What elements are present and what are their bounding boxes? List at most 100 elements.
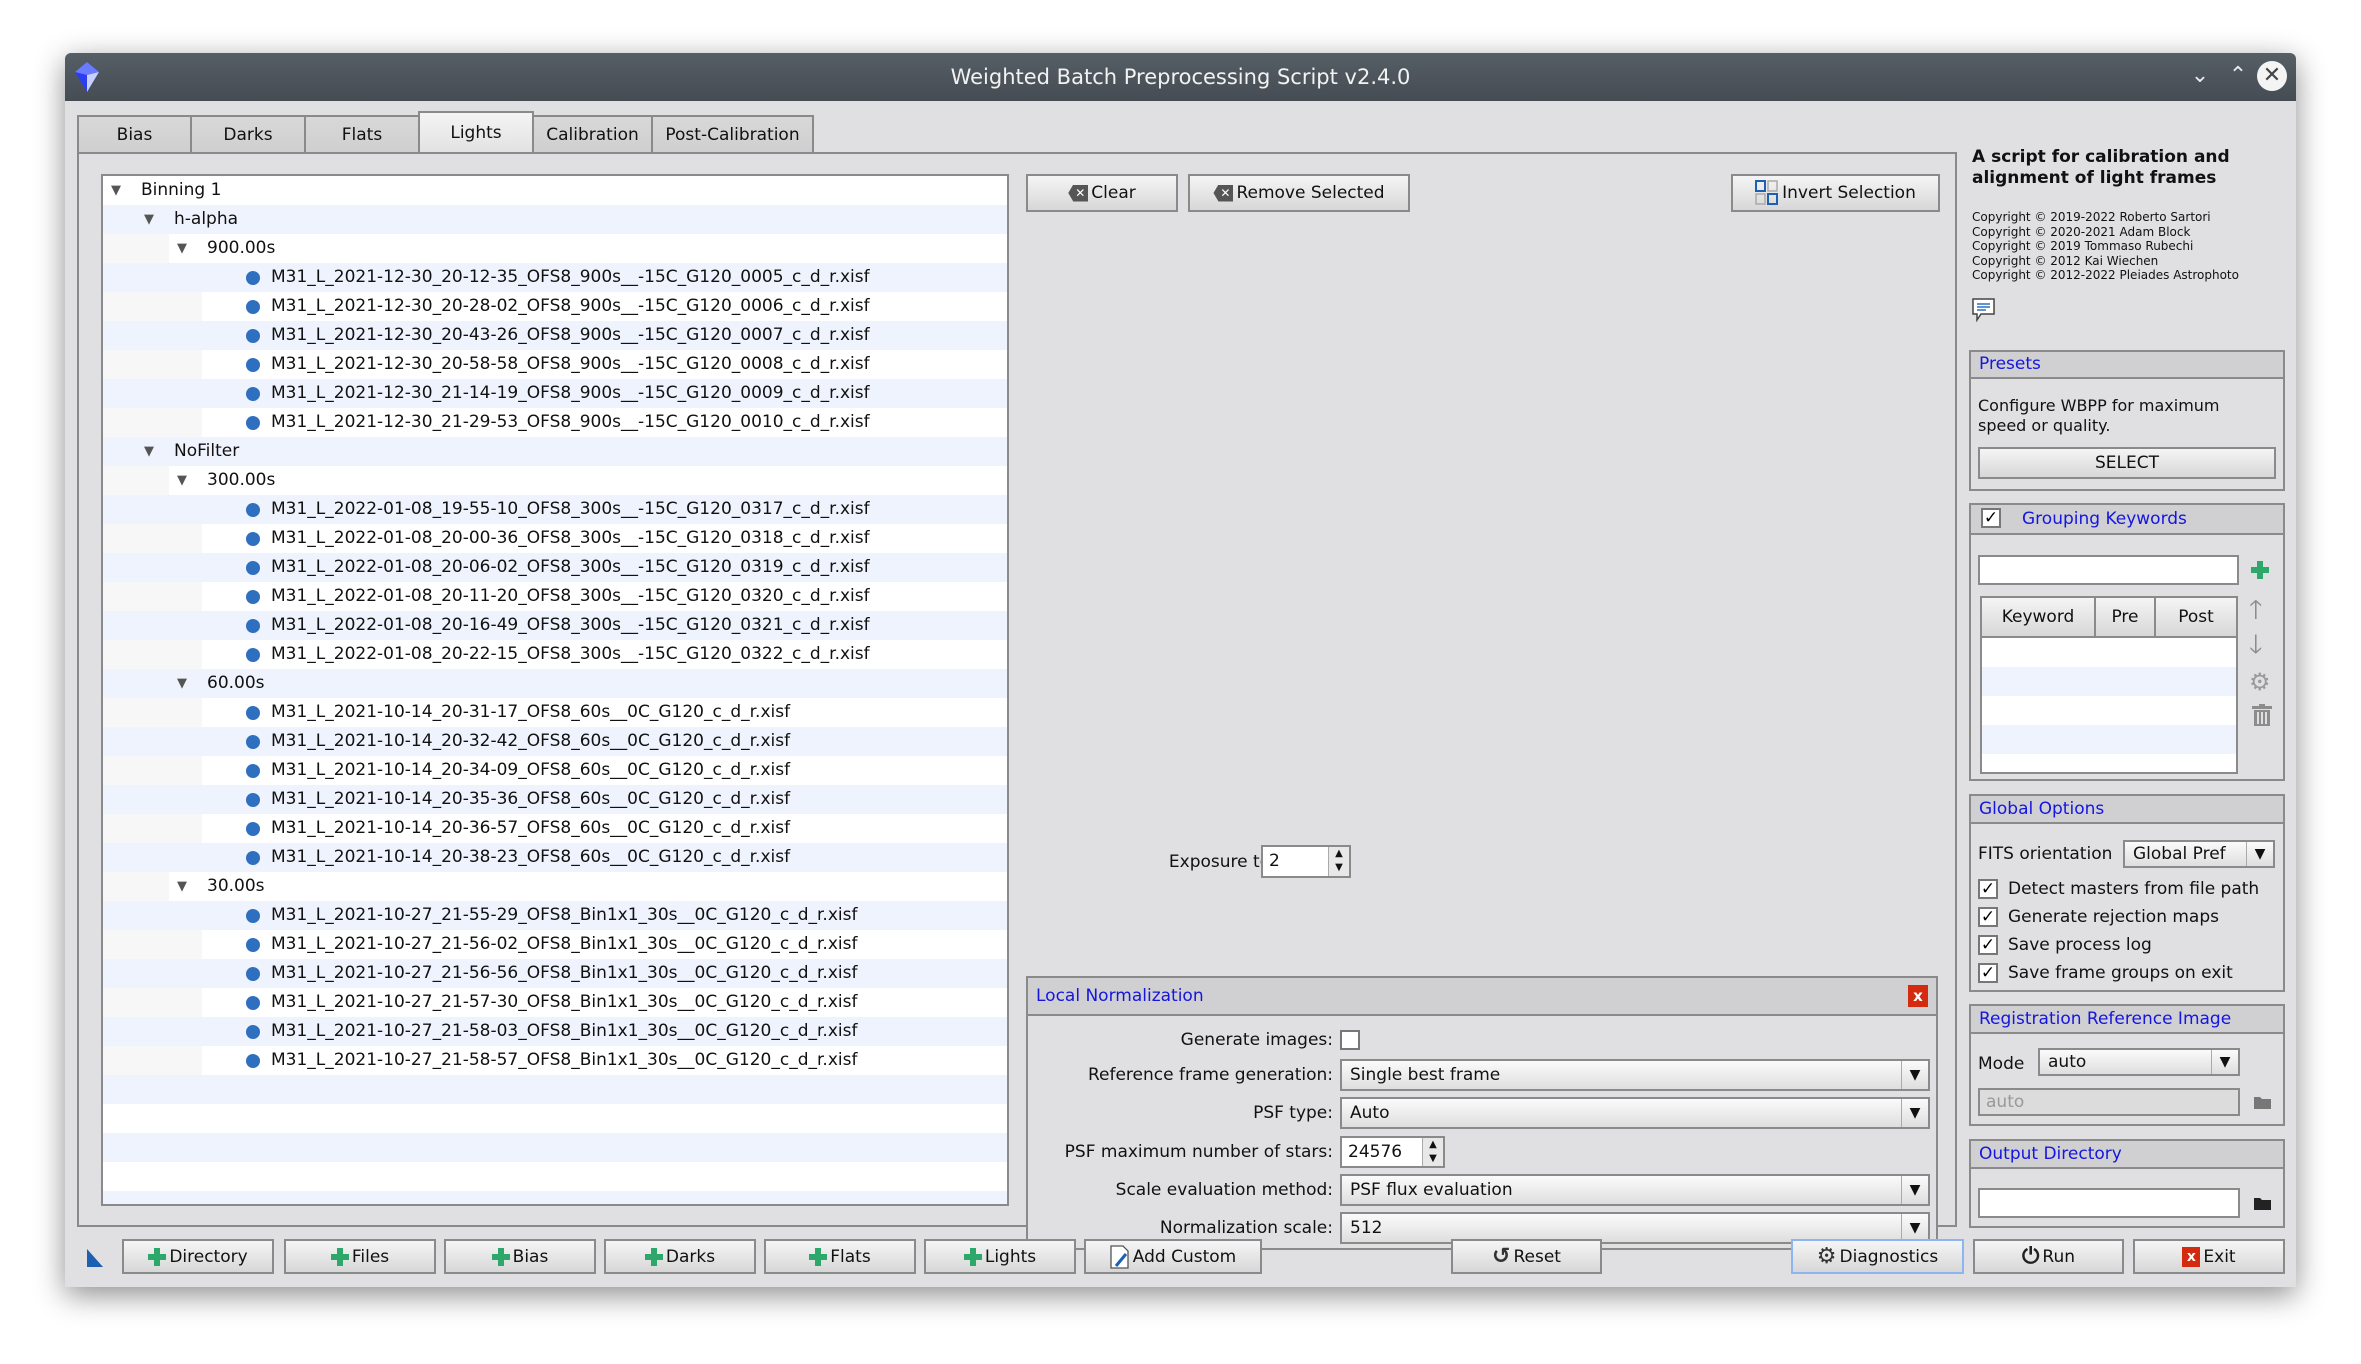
expand-collapse-icon[interactable]: ▼ <box>177 669 195 698</box>
trash-icon[interactable] <box>2252 704 2272 726</box>
maximize-button[interactable]: ⌃ <box>2223 61 2253 91</box>
expand-collapse-icon[interactable]: ▼ <box>177 466 195 495</box>
add-keyword-icon[interactable] <box>2251 561 2269 579</box>
file-list-item[interactable]: M31_L_2022-01-08_20-16-49_OFS8_300s__-15… <box>103 611 1007 640</box>
option-label[interactable]: Generate rejection maps <box>2008 904 2219 930</box>
file-list-item[interactable]: M31_L_2021-12-30_21-29-53_OFS8_900s__-15… <box>103 408 1007 437</box>
spin-up-icon[interactable]: ▲ <box>1423 1138 1443 1152</box>
file-list-item[interactable]: M31_L_2021-10-27_21-58-57_OFS8_Bin1x1_30… <box>103 1046 1007 1075</box>
presets-select-button[interactable]: SELECT <box>1978 447 2276 479</box>
option-checkbox[interactable]: ✓ <box>1978 879 1998 899</box>
column-header-post[interactable]: Post <box>2156 598 2236 638</box>
group-tree-node[interactable]: ▼ 900.00s <box>103 234 1007 263</box>
mode-select[interactable]: auto ▼ <box>2038 1048 2240 1076</box>
add-bias-button[interactable]: Bias <box>444 1239 596 1274</box>
file-list-item[interactable]: M31_L_2021-10-27_21-55-29_OFS8_Bin1x1_30… <box>103 901 1007 930</box>
move-up-icon[interactable]: 🡑 <box>2249 597 2263 623</box>
group-tree-node[interactable]: ▼ 30.00s <box>103 872 1007 901</box>
file-list-item[interactable]: M31_L_2021-10-27_21-57-30_OFS8_Bin1x1_30… <box>103 988 1007 1017</box>
grouping-keywords-table[interactable]: Keyword Pre Post <box>1980 596 2238 774</box>
light-frames-tree[interactable]: ▼ Binning 1 ▼ h-alpha ▼ 900.00s M31_L_2021-12-… <box>101 174 1009 1206</box>
minimize-button[interactable]: ⌄ <box>2185 61 2215 91</box>
file-list-item[interactable]: M31_L_2021-10-27_21-56-02_OFS8_Bin1x1_30… <box>103 930 1007 959</box>
close-window-button[interactable]: ✕ <box>2257 61 2287 91</box>
tab-post-calibration[interactable]: Post-Calibration <box>651 115 814 152</box>
file-list-item[interactable]: M31_L_2021-12-30_20-28-02_OFS8_900s__-15… <box>103 292 1007 321</box>
column-header-keyword[interactable]: Keyword <box>1982 598 2096 638</box>
group-tree-node[interactable]: ▼ NoFilter <box>103 437 1007 466</box>
invert-selection-button[interactable]: Invert Selection <box>1731 174 1940 212</box>
folder-icon[interactable] <box>2254 1095 2271 1109</box>
file-list-item[interactable]: M31_L_2021-12-30_20-12-35_OFS8_900s__-15… <box>103 263 1007 292</box>
group-tree-node[interactable]: ▼ Binning 1 <box>103 176 1007 205</box>
add-darks-button[interactable]: Darks <box>604 1239 756 1274</box>
option-checkbox[interactable]: ✓ <box>1978 935 1998 955</box>
spinner-arrows[interactable]: ▲ ▼ <box>1422 1138 1443 1166</box>
expand-collapse-icon[interactable]: ▼ <box>177 872 195 901</box>
option-checkbox[interactable]: ✓ <box>1978 963 1998 983</box>
expand-collapse-icon[interactable]: ▼ <box>177 234 195 263</box>
diagnostics-button[interactable]: ⚙ Diagnostics <box>1791 1239 1964 1274</box>
reference-frame-generation-select[interactable]: Single best frame ▼ <box>1340 1059 1930 1091</box>
grouping-keywords-checkbox[interactable]: ✓ <box>1981 508 2001 528</box>
file-list-item[interactable]: M31_L_2021-10-27_21-58-03_OFS8_Bin1x1_30… <box>103 1017 1007 1046</box>
file-list-item[interactable]: M31_L_2021-10-14_20-35-36_OFS8_60s__0C_G… <box>103 785 1007 814</box>
file-list-item[interactable]: M31_L_2021-10-27_21-56-56_OFS8_Bin1x1_30… <box>103 959 1007 988</box>
file-list-item[interactable]: M31_L_2021-10-14_20-36-57_OFS8_60s__0C_G… <box>103 814 1007 843</box>
tab-bias[interactable]: Bias <box>77 115 192 152</box>
remove-selected-button[interactable]: ✕ Remove Selected <box>1188 174 1410 212</box>
file-list-item[interactable]: M31_L_2022-01-08_20-22-15_OFS8_300s__-15… <box>103 640 1007 669</box>
group-tree-node[interactable]: ▼ h-alpha <box>103 205 1007 234</box>
folder-icon[interactable] <box>2254 1196 2271 1210</box>
tab-lights[interactable]: Lights <box>418 111 534 152</box>
file-list-item[interactable]: M31_L_2022-01-08_19-55-10_OFS8_300s__-15… <box>103 495 1007 524</box>
file-list-item[interactable]: M31_L_2022-01-08_20-00-36_OFS8_300s__-15… <box>103 524 1007 553</box>
scale-evaluation-method-select[interactable]: PSF flux evaluation ▼ <box>1340 1174 1930 1206</box>
add-lights-button[interactable]: Lights <box>924 1239 1076 1274</box>
option-checkbox[interactable]: ✓ <box>1978 907 1998 927</box>
file-list-item[interactable]: M31_L_2021-10-14_20-31-17_OFS8_60s__0C_G… <box>103 698 1007 727</box>
file-list-item[interactable]: M31_L_2022-01-08_20-06-02_OFS8_300s__-15… <box>103 553 1007 582</box>
spin-down-icon[interactable]: ▼ <box>1423 1152 1443 1166</box>
grouping-keyword-input[interactable] <box>1978 555 2239 585</box>
reset-button[interactable]: ↺ Reset <box>1451 1239 1602 1274</box>
file-list-item[interactable]: M31_L_2021-12-30_21-14-19_OFS8_900s__-15… <box>103 379 1007 408</box>
expand-collapse-icon[interactable]: ▼ <box>111 176 129 205</box>
title-bar[interactable]: Weighted Batch Preprocessing Script v2.4… <box>65 53 2296 101</box>
option-label[interactable]: Detect masters from file path <box>2008 876 2259 902</box>
option-label[interactable]: Save frame groups on exit <box>2008 960 2233 986</box>
exposure-tolerance-spinner[interactable]: 2 ▲ ▼ <box>1261 845 1351 878</box>
psf-type-select[interactable]: Auto ▼ <box>1340 1097 1930 1129</box>
spin-up-icon[interactable]: ▲ <box>1329 847 1349 861</box>
documentation-icon[interactable] <box>1972 298 1996 322</box>
generate-images-checkbox[interactable] <box>1340 1030 1360 1050</box>
group-tree-node[interactable]: ▼ 60.00s <box>103 669 1007 698</box>
reference-image-path-input[interactable]: auto <box>1978 1088 2240 1116</box>
file-list-item[interactable]: M31_L_2021-10-14_20-32-42_OFS8_60s__0C_G… <box>103 727 1007 756</box>
expand-collapse-icon[interactable]: ▼ <box>144 437 162 466</box>
psf-max-stars-spinner[interactable]: 24576 ▲ ▼ <box>1340 1136 1445 1168</box>
file-list-item[interactable]: M31_L_2021-10-14_20-34-09_OFS8_60s__0C_G… <box>103 756 1007 785</box>
settings-gear-icon[interactable]: ⚙ <box>2249 669 2271 695</box>
add-directory-button[interactable]: Directory <box>122 1239 274 1274</box>
tab-flats[interactable]: Flats <box>304 115 420 152</box>
file-list-item[interactable]: M31_L_2021-10-14_20-38-23_OFS8_60s__0C_G… <box>103 843 1007 872</box>
clear-button[interactable]: ✕ Clear <box>1026 174 1178 212</box>
run-button[interactable]: ⏻ Run <box>1973 1239 2124 1274</box>
fits-orientation-select[interactable]: Global Pref ▼ <box>2123 840 2275 868</box>
tab-darks[interactable]: Darks <box>190 115 306 152</box>
add-files-button[interactable]: Files <box>284 1239 436 1274</box>
add-custom-button[interactable]: Add Custom <box>1084 1239 1262 1274</box>
group-tree-node[interactable]: ▼ 300.00s <box>103 466 1007 495</box>
spin-down-icon[interactable]: ▼ <box>1329 861 1349 875</box>
expand-collapse-icon[interactable]: ▼ <box>144 205 162 234</box>
move-down-icon[interactable]: 🡓 <box>2249 632 2263 658</box>
output-directory-input[interactable] <box>1978 1188 2240 1218</box>
file-list-item[interactable]: M31_L_2022-01-08_20-11-20_OFS8_300s__-15… <box>103 582 1007 611</box>
option-label[interactable]: Save process log <box>2008 932 2152 958</box>
column-header-pre[interactable]: Pre <box>2096 598 2156 638</box>
file-list-item[interactable]: M31_L_2021-12-30_20-43-26_OFS8_900s__-15… <box>103 321 1007 350</box>
spinner-arrows[interactable]: ▲ ▼ <box>1328 847 1349 876</box>
add-flats-button[interactable]: Flats <box>764 1239 916 1274</box>
file-list-item[interactable]: M31_L_2021-12-30_20-58-58_OFS8_900s__-15… <box>103 350 1007 379</box>
